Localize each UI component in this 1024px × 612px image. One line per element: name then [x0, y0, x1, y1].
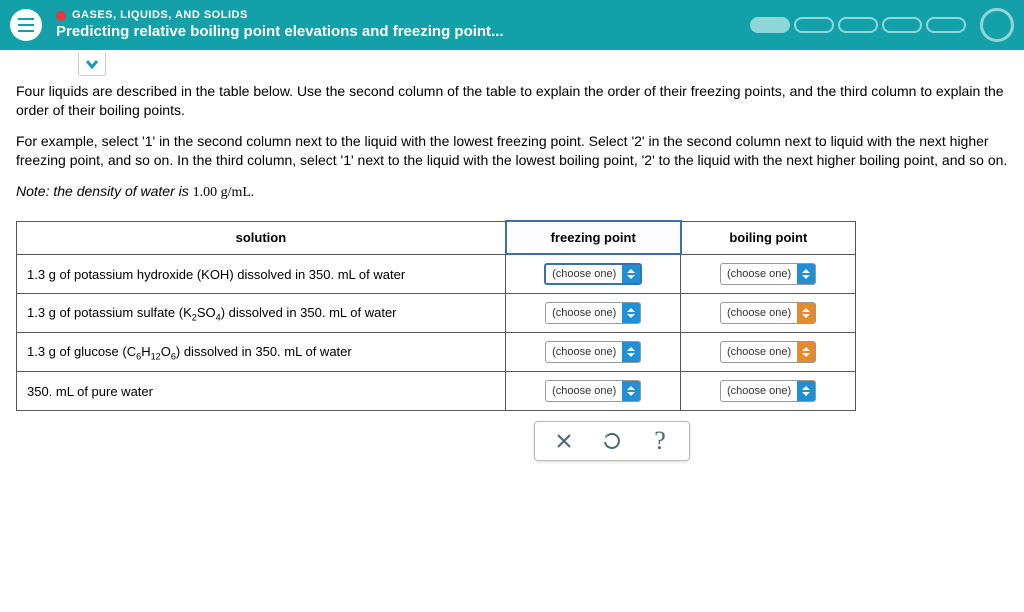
freezing-point-select[interactable]: (choose one): [545, 302, 641, 324]
breadcrumb: GASES, LIQUIDS, AND SOLIDS: [56, 9, 750, 22]
dropdown-arrow-icon: [797, 342, 815, 362]
close-icon: [556, 433, 572, 449]
score-circle[interactable]: [980, 8, 1014, 42]
dropdown-arrow-icon: [797, 381, 815, 401]
page-title: Predicting relative boiling point elevat…: [56, 23, 750, 41]
progress-pill: [794, 17, 834, 33]
dropdown-arrow-icon: [622, 265, 640, 283]
col-freezing-point: freezing point: [506, 221, 681, 254]
boiling-point-select[interactable]: (choose one): [720, 380, 816, 402]
solution-cell: 1.3 g of potassium sulfate (K2SO4) disso…: [17, 294, 506, 333]
freezing-point-select[interactable]: (choose one): [544, 263, 642, 285]
chevron-down-icon: [85, 59, 99, 69]
instruction-p1: Four liquids are described in the table …: [16, 82, 1008, 120]
expand-toggle[interactable]: [78, 52, 106, 76]
dropdown-arrow-icon: [797, 264, 815, 284]
clear-button[interactable]: [553, 430, 575, 452]
menu-icon: [17, 18, 35, 32]
progress-pill: [926, 17, 966, 33]
solution-cell: 350. mL of pure water: [17, 372, 506, 411]
help-button[interactable]: ?: [649, 430, 671, 452]
progress-pill: [750, 17, 790, 33]
progress-pill: [838, 17, 878, 33]
progress-pill: [882, 17, 922, 33]
breadcrumb-label: GASES, LIQUIDS, AND SOLIDS: [72, 9, 248, 22]
freezing-point-select[interactable]: (choose one): [545, 341, 641, 363]
col-boiling-point: boiling point: [681, 221, 856, 254]
boiling-point-select[interactable]: (choose one): [720, 341, 816, 363]
dropdown-arrow-icon: [622, 303, 640, 323]
dropdown-arrow-icon: [797, 303, 815, 323]
col-solution: solution: [17, 221, 506, 254]
table-row: 1.3 g of glucose (C6H12O6) dissolved in …: [17, 333, 856, 372]
record-dot-icon: [56, 11, 66, 21]
boiling-point-select[interactable]: (choose one): [720, 302, 816, 324]
app-header: GASES, LIQUIDS, AND SOLIDS Predicting re…: [0, 0, 1024, 50]
undo-icon: [603, 432, 621, 450]
reset-button[interactable]: [601, 430, 623, 452]
table-row: 350. mL of pure water (choose one) (choo…: [17, 372, 856, 411]
table-header-row: solution freezing point boiling point: [17, 221, 856, 254]
question-body: Four liquids are described in the table …: [0, 76, 1024, 477]
control-bar: ?: [534, 421, 690, 461]
dropdown-arrow-icon: [622, 381, 640, 401]
freezing-point-select[interactable]: (choose one): [545, 380, 641, 402]
solutions-table: solution freezing point boiling point 1.…: [16, 220, 856, 411]
menu-button[interactable]: [10, 9, 42, 41]
table-row: 1.3 g of potassium hydroxide (KOH) disso…: [17, 254, 856, 294]
instruction-p2: For example, select '1' in the second co…: [16, 132, 1008, 170]
dropdown-arrow-icon: [622, 342, 640, 362]
solution-cell: 1.3 g of glucose (C6H12O6) dissolved in …: [17, 333, 506, 372]
instructions: Four liquids are described in the table …: [16, 82, 1008, 202]
solution-cell: 1.3 g of potassium hydroxide (KOH) disso…: [17, 254, 506, 294]
table-row: 1.3 g of potassium sulfate (K2SO4) disso…: [17, 294, 856, 333]
boiling-point-select[interactable]: (choose one): [720, 263, 816, 285]
instruction-note: Note: the density of water is 1.00 g/mL.: [16, 182, 1008, 203]
progress-pills: [750, 17, 966, 33]
header-text: GASES, LIQUIDS, AND SOLIDS Predicting re…: [56, 9, 750, 40]
